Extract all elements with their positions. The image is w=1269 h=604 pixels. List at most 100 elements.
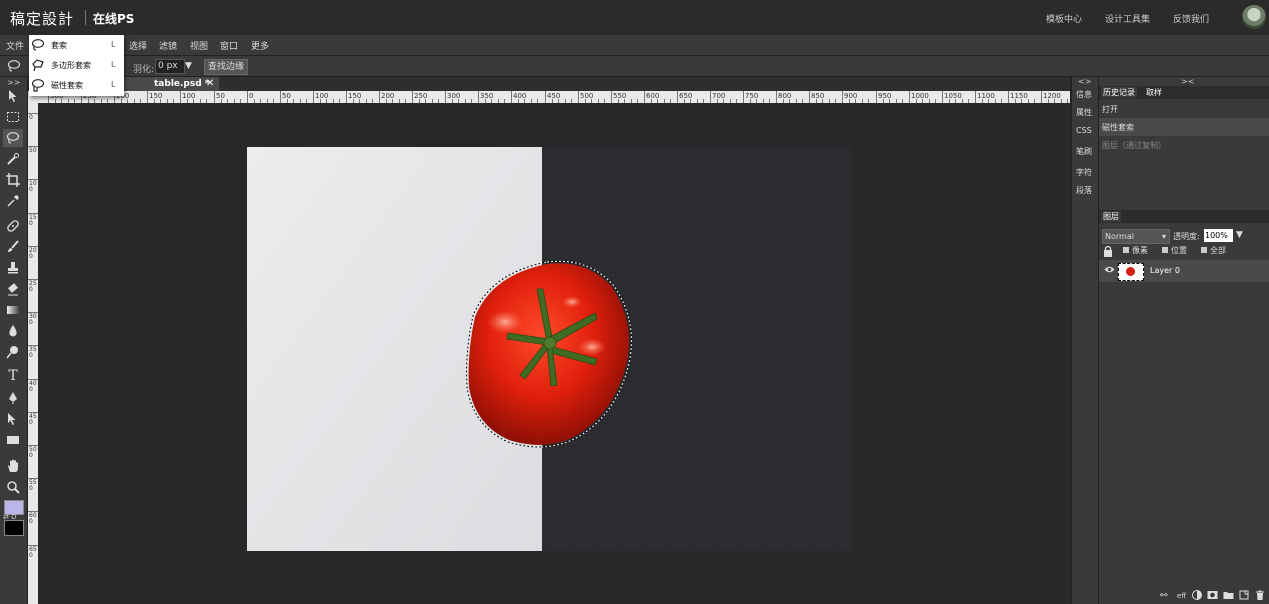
layer-row[interactable]: Layer 0	[1099, 260, 1269, 282]
blend-mode-select[interactable]: Normal ▾	[1102, 229, 1170, 244]
tab-document[interactable]: table.psd * ✕	[124, 77, 219, 91]
link-design-tools[interactable]: 设计工具集	[1105, 12, 1150, 25]
ruler-tick	[1008, 91, 1009, 103]
shortcut-key: L	[111, 40, 116, 49]
lock-position-label: 位置	[1171, 246, 1187, 255]
quick-select-tool-icon[interactable]	[3, 150, 23, 168]
link-templates[interactable]: 模板中心	[1046, 12, 1082, 25]
ruler-label: 150	[29, 214, 37, 227]
shortcut-key: L	[111, 80, 116, 89]
history-row[interactable]: 磁性套索	[1099, 118, 1269, 136]
lasso-icon	[31, 38, 45, 52]
side-tab-css[interactable]: CSS	[1076, 126, 1092, 135]
ruler-tick	[644, 91, 645, 103]
history-row[interactable]: 图层（通过复制）	[1099, 136, 1269, 154]
ruler-left: 0 50 100 150 200 250 300 350 400 450 500 550 600 650	[28, 103, 38, 604]
path-select-tool-icon[interactable]	[3, 410, 23, 428]
ruler-tick	[379, 91, 380, 103]
ruler-label: 300	[29, 313, 37, 326]
opacity-label: 透明度:	[1173, 232, 1200, 241]
side-tab-brush[interactable]: 笔刷	[1076, 146, 1092, 157]
lock-position-checkbox[interactable]	[1162, 247, 1168, 253]
close-icon[interactable]: ✕	[206, 78, 214, 89]
layer-name[interactable]: Layer 0	[1150, 266, 1180, 275]
brush-tool-icon[interactable]	[3, 238, 23, 256]
tab-sampling[interactable]: 取样	[1144, 87, 1164, 98]
ruler-label: 0	[29, 114, 33, 121]
panel-icon-column: <> 信息 属性 CSS 笔刷 字符 段落	[1071, 77, 1098, 604]
collapse-panels-button[interactable]: <>	[1078, 77, 1091, 86]
ruler-label: 500	[29, 446, 37, 459]
lasso-tool-icon[interactable]	[3, 129, 23, 147]
chevron-down-icon[interactable]: ▼	[185, 61, 192, 71]
background-color-swatch[interactable]	[4, 520, 24, 536]
link-feedback[interactable]: 反馈我们	[1173, 12, 1209, 25]
side-tab-paragraph[interactable]: 段落	[1076, 185, 1092, 196]
document-image[interactable]	[247, 147, 852, 551]
gradient-tool-icon[interactable]	[3, 301, 23, 319]
crop-tool-icon[interactable]	[3, 171, 23, 189]
new-group-folder-icon[interactable]	[1223, 590, 1234, 603]
link-layers-icon[interactable]: ⚯	[1160, 591, 1168, 601]
type-tool-icon[interactable]: T	[3, 367, 23, 385]
ruler-label: 550	[29, 479, 37, 492]
stamp-tool-icon[interactable]	[3, 259, 23, 277]
ruler-label: 1200	[1043, 92, 1061, 100]
ruler-tick	[280, 91, 281, 103]
pen-tool-icon[interactable]	[3, 389, 23, 407]
ruler-label: 0	[249, 92, 254, 100]
menu-select[interactable]: 选择	[129, 39, 147, 52]
new-layer-icon[interactable]	[1239, 590, 1249, 603]
side-tab-info[interactable]: 信息	[1076, 89, 1092, 100]
avatar[interactable]	[1242, 5, 1266, 29]
menu-item-polygonal-lasso[interactable]: 多边形套索 L	[29, 55, 124, 75]
history-row[interactable]: 打开	[1099, 100, 1269, 118]
hand-tool-icon[interactable]	[3, 457, 23, 475]
eyedropper-tool-icon[interactable]	[3, 192, 23, 210]
refine-edge-button[interactable]: 查找边缘	[204, 59, 249, 75]
layer-effects-icon[interactable]: eff	[1177, 592, 1186, 600]
move-tool-icon[interactable]	[3, 87, 23, 105]
collapse-toolbar-button[interactable]: >>	[7, 78, 20, 87]
lasso-icon[interactable]	[7, 59, 21, 76]
menu-more[interactable]: 更多	[251, 39, 269, 52]
eraser-tool-icon[interactable]	[3, 280, 23, 298]
zoom-tool-icon[interactable]	[3, 478, 23, 496]
tab-history[interactable]: 历史记录	[1101, 87, 1137, 98]
ruler-tick	[842, 91, 843, 103]
tab-document-label: table.psd *	[154, 79, 210, 89]
dodge-tool-icon[interactable]	[3, 343, 23, 361]
lock-pixels-checkbox[interactable]	[1123, 247, 1129, 253]
menu-view[interactable]: 视图	[190, 39, 208, 52]
healing-tool-icon[interactable]	[3, 217, 23, 235]
trash-icon[interactable]	[1255, 590, 1265, 604]
ruler-label: 50	[29, 147, 37, 154]
visibility-eye-icon[interactable]	[1104, 265, 1115, 277]
menu-window[interactable]: 窗口	[220, 39, 238, 52]
feather-input[interactable]: 0 px	[155, 59, 185, 74]
collapse-right-panel-button[interactable]: ><	[1181, 77, 1194, 86]
ruler-label: 100	[29, 180, 37, 193]
side-tab-properties[interactable]: 属性	[1076, 107, 1092, 118]
ruler-label: 250	[29, 280, 37, 293]
rectangle-tool-icon[interactable]	[3, 431, 23, 449]
layer-mask-icon[interactable]	[1207, 590, 1218, 603]
opacity-input[interactable]: 100%	[1204, 229, 1233, 242]
menu-item-label: 磁性套索	[51, 81, 83, 90]
side-tab-character[interactable]: 字符	[1076, 167, 1092, 178]
menu-item-magnetic-lasso[interactable]: 磁性套索 L	[29, 75, 124, 95]
menu-file[interactable]: 文件	[6, 39, 24, 52]
feather-label: 羽化:	[133, 65, 155, 75]
brand-logo[interactable]: 稿定設計	[10, 8, 74, 29]
menu-filter[interactable]: 滤镜	[159, 39, 177, 52]
app-title: 在线PS	[93, 12, 135, 26]
marquee-tool-icon[interactable]	[3, 108, 23, 126]
menu-item-lasso[interactable]: 套索 L	[29, 35, 124, 55]
ruler-tick	[677, 91, 678, 103]
lock-all-checkbox[interactable]	[1201, 247, 1207, 253]
chevron-down-icon[interactable]: ▼	[1236, 230, 1243, 240]
ruler-tick	[876, 91, 877, 103]
tab-layers[interactable]: 图层	[1101, 211, 1121, 222]
adjustment-layer-icon[interactable]	[1192, 590, 1202, 603]
blur-tool-icon[interactable]	[3, 322, 23, 340]
